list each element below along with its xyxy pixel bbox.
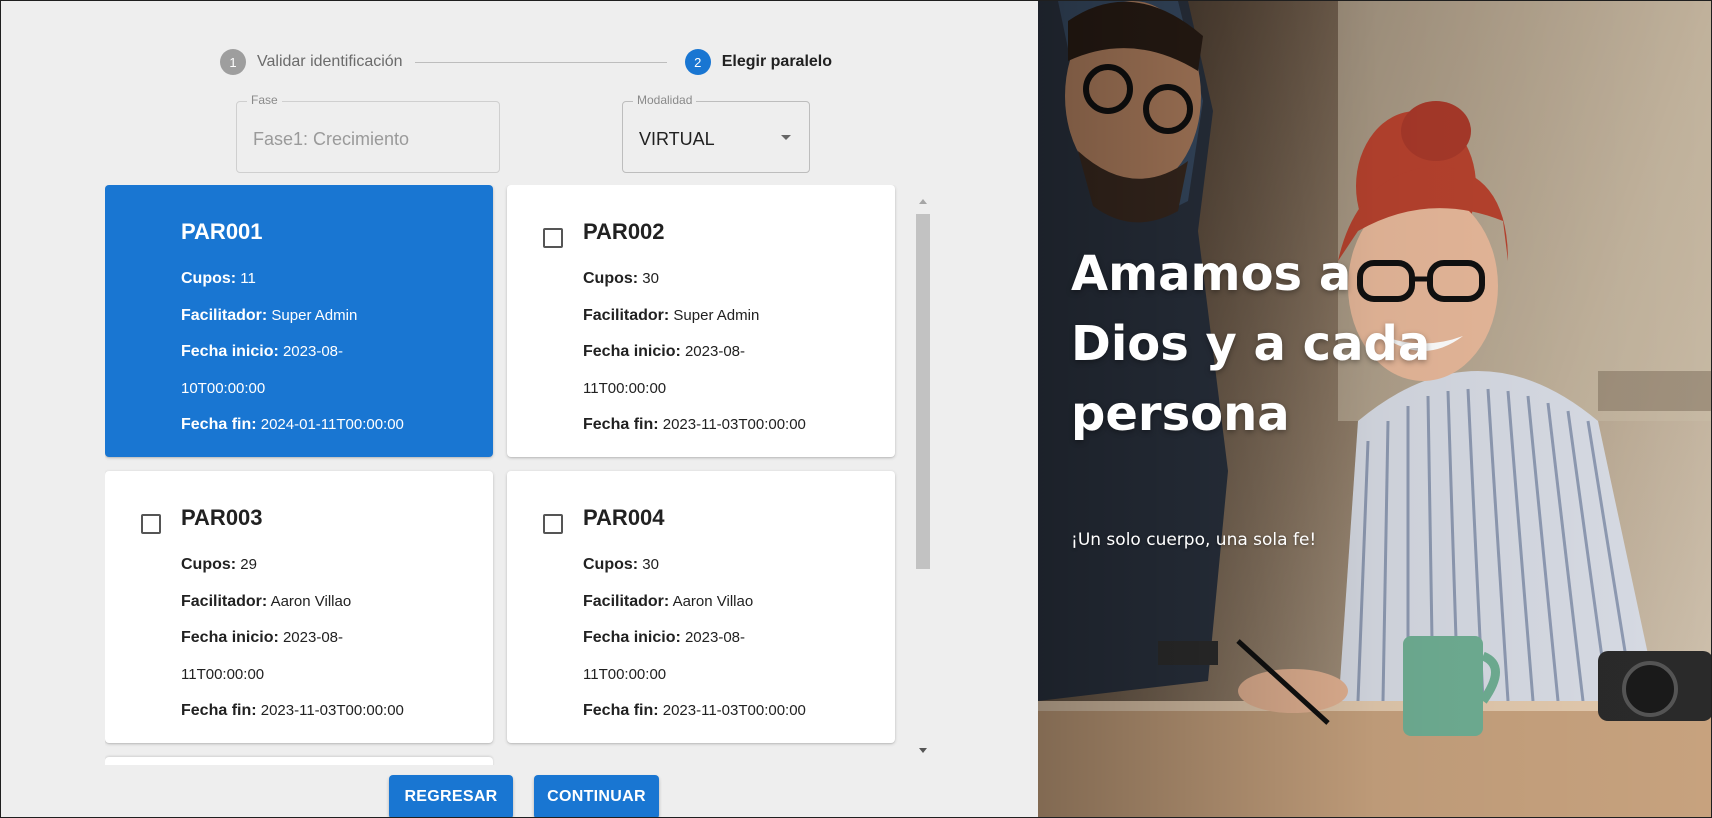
continuar-button[interactable]: CONTINUAR <box>534 775 659 817</box>
paralelo-card-par002[interactable]: PAR002 Cupos: 30 Facilitador: Super Admi… <box>507 185 895 457</box>
cupos-label: Cupos: <box>181 270 237 287</box>
step-validar-identificacion: 1 Validar identificación <box>220 49 403 75</box>
stepper: 1 Validar identificación 2 Elegir parale… <box>220 49 832 75</box>
fecha-inicio-value: 2023-08- <box>684 629 746 646</box>
fase-label: Fase <box>247 93 282 107</box>
form-panel: 1 Validar identificación 2 Elegir parale… <box>1 1 1038 817</box>
paralelo-code: PAR001 <box>181 219 263 244</box>
hero-title: Amamos a Dios y a cada persona <box>1071 246 1431 442</box>
paralelo-code: PAR004 <box>583 505 665 530</box>
paralelo-info: Cupos: 11 Facilitador: Super Admin Fecha… <box>181 261 481 444</box>
fecha-fin-label: Fecha fin: <box>583 702 659 719</box>
paralelo-card-partial <box>105 757 493 765</box>
hero-subtitle: ¡Un solo cuerpo, una sola fe! <box>1071 530 1317 550</box>
chevron-down-icon[interactable] <box>781 135 791 140</box>
fecha-inicio-label: Fecha inicio: <box>583 343 681 360</box>
facilitador-value: Aaron Villao <box>270 592 352 610</box>
cupos-label: Cupos: <box>583 270 639 287</box>
facilitador-value: Super Admin <box>673 306 760 324</box>
paralelo-code: PAR002 <box>583 219 665 244</box>
paralelo-card-par004[interactable]: PAR004 Cupos: 30 Facilitador: Aaron Vill… <box>507 471 895 743</box>
facilitador-label: Facilitador: <box>181 306 268 324</box>
fecha-inicio-value: 2023-08- <box>282 629 344 646</box>
select-checkbox[interactable] <box>543 228 563 248</box>
facilitador-value: Aaron Villao <box>672 592 754 610</box>
select-checkbox[interactable] <box>543 514 563 534</box>
cupos-value: 11 <box>240 270 256 287</box>
paralelo-card-par001[interactable]: PAR001 Cupos: 11 Facilitador: Super Admi… <box>105 185 493 457</box>
paralelo-code: PAR003 <box>181 505 263 530</box>
paralelo-card-par003[interactable]: PAR003 Cupos: 29 Facilitador: Aaron Vill… <box>105 471 493 743</box>
fecha-inicio-value: 2023-08- <box>282 343 344 360</box>
fase-value: Fase1: Crecimiento <box>253 129 410 149</box>
fecha-inicio-value-cont: 11T00:00:00 <box>583 665 667 683</box>
paralelo-info: Cupos: 29 Facilitador: Aaron Villao Fech… <box>181 547 481 730</box>
facilitador-label: Facilitador: <box>583 306 670 324</box>
step-label-2: Elegir paralelo <box>721 53 832 70</box>
scroll-down-arrow-icon[interactable] <box>919 748 927 753</box>
fecha-fin-label: Fecha fin: <box>583 416 659 433</box>
modalidad-value: VIRTUAL <box>639 129 715 149</box>
fecha-fin-value: 2023-11-03T00:00:00 <box>260 702 404 719</box>
hero-panel: Amamos a Dios y a cada persona ¡Un solo … <box>1038 1 1711 817</box>
cupos-label: Cupos: <box>181 556 237 573</box>
regresar-button[interactable]: REGRESAR <box>389 775 513 817</box>
paralelo-info: Cupos: 30 Facilitador: Super Admin Fecha… <box>583 261 883 444</box>
facilitador-value: Super Admin <box>271 306 358 324</box>
cupos-label: Cupos: <box>583 556 639 573</box>
select-checkbox[interactable] <box>141 514 161 534</box>
fecha-fin-label: Fecha fin: <box>181 416 257 433</box>
paralelo-info: Cupos: 30 Facilitador: Aaron Villao Fech… <box>583 547 883 730</box>
cupos-value: 29 <box>240 556 257 573</box>
paralelo-list: PAR001 Cupos: 11 Facilitador: Super Admi… <box>105 185 905 765</box>
modalidad-label: Modalidad <box>633 93 697 107</box>
step-label-1: Validar identificación <box>257 53 403 70</box>
facilitador-label: Facilitador: <box>583 592 670 610</box>
modalidad-select[interactable]: Modalidad VIRTUAL <box>622 93 810 173</box>
fecha-fin-label: Fecha fin: <box>181 702 257 719</box>
list-scrollbar[interactable] <box>914 191 932 761</box>
step-elegir-paralelo: 2 Elegir paralelo <box>684 49 832 75</box>
fecha-fin-value: 2023-11-03T00:00:00 <box>662 416 806 433</box>
scroll-thumb[interactable] <box>916 214 930 569</box>
fecha-inicio-label: Fecha inicio: <box>181 343 279 360</box>
step-connector <box>414 61 667 63</box>
fecha-inicio-label: Fecha inicio: <box>181 629 279 646</box>
fecha-inicio-value-cont: 11T00:00:00 <box>583 379 667 397</box>
cupos-value: 30 <box>642 270 659 287</box>
fecha-fin-value: 2024-01-11T00:00:00 <box>260 416 404 433</box>
scroll-up-arrow-icon[interactable] <box>919 199 927 204</box>
app-frame: 1 Validar identificación 2 Elegir parale… <box>0 0 1712 818</box>
fase-field: Fase Fase1: Crecimiento <box>236 93 500 173</box>
fecha-inicio-value: 2023-08- <box>684 343 746 360</box>
cupos-value: 30 <box>642 556 659 573</box>
fecha-inicio-value-cont: 11T00:00:00 <box>181 665 265 683</box>
fecha-inicio-value-cont: 10T00:00:00 <box>181 379 266 397</box>
step-number-2: 2 <box>684 49 711 75</box>
fecha-inicio-label: Fecha inicio: <box>583 629 681 646</box>
facilitador-label: Facilitador: <box>181 592 268 610</box>
fecha-fin-value: 2023-11-03T00:00:00 <box>662 702 806 719</box>
step-number-1: 1 <box>220 49 246 75</box>
